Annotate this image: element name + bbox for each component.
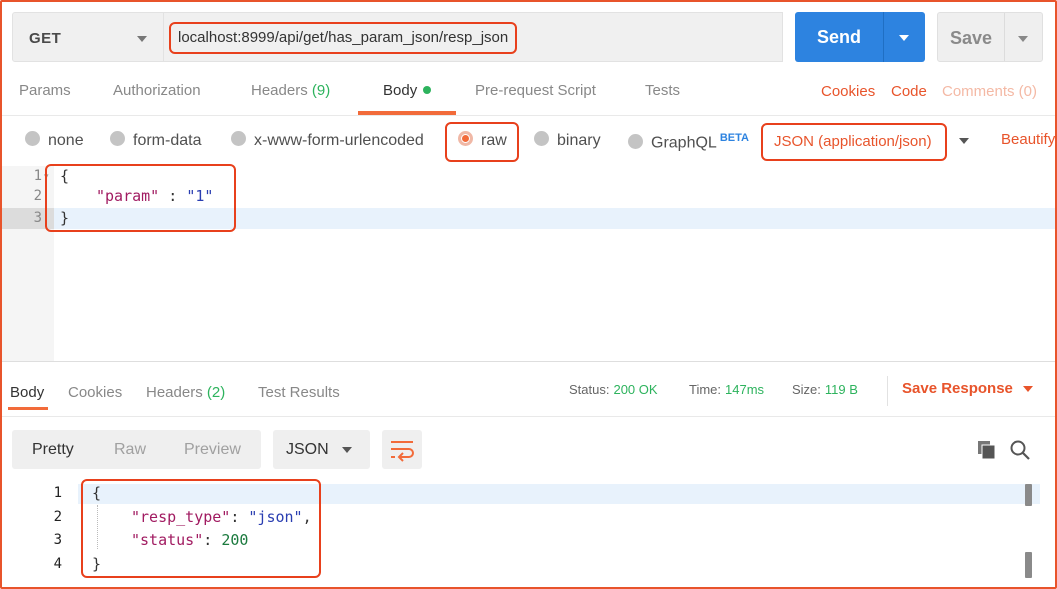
cookies-link[interactable]: Cookies bbox=[821, 83, 875, 100]
tab-body[interactable]: Body bbox=[383, 82, 432, 99]
view-preview[interactable]: Preview bbox=[184, 441, 241, 459]
radio-none[interactable]: none bbox=[25, 131, 84, 150]
tab-response-headers[interactable]: Headers (2) bbox=[146, 384, 225, 401]
size-label: Size: bbox=[792, 382, 821, 397]
active-tab-indicator bbox=[8, 407, 48, 410]
status-info: Status: 200 OK bbox=[569, 382, 658, 397]
chevron-down-icon[interactable] bbox=[959, 138, 969, 144]
send-button[interactable]: Send bbox=[795, 12, 925, 62]
radio-form-data-label: form-data bbox=[133, 132, 202, 149]
time-label: Time: bbox=[689, 382, 722, 397]
response-body-highlight-box bbox=[81, 479, 321, 578]
url-input[interactable]: localhost:8999/api/get/has_param_json/re… bbox=[169, 22, 518, 54]
scrollbar-thumb[interactable] bbox=[1025, 552, 1032, 578]
format-select[interactable]: JSON bbox=[273, 430, 370, 469]
scrollbar-thumb[interactable] bbox=[1025, 484, 1032, 506]
chevron-down-icon bbox=[137, 36, 147, 42]
radio-circle-icon bbox=[628, 133, 643, 149]
radio-urlencoded-label: x-www-form-urlencoded bbox=[254, 132, 424, 149]
tab-prerequest-script[interactable]: Pre-request Script bbox=[475, 82, 596, 99]
tab-params[interactable]: Params bbox=[19, 82, 71, 99]
radio-form-data[interactable]: form-data bbox=[110, 131, 202, 150]
tabs-divider bbox=[0, 115, 1057, 116]
line-number: 1 bbox=[53, 485, 62, 501]
radio-circle-icon bbox=[534, 131, 549, 147]
save-options-chevron-icon[interactable] bbox=[1018, 36, 1028, 42]
save-button[interactable]: Save bbox=[937, 12, 1043, 62]
line-number: 2 bbox=[53, 509, 62, 525]
raw-highlight-box bbox=[445, 122, 519, 162]
tab-headers-count: (9) bbox=[311, 82, 331, 99]
beautify-link[interactable]: Beautify bbox=[1001, 131, 1055, 148]
method-label: GET bbox=[29, 30, 62, 47]
radio-graphql-label: GraphQL bbox=[651, 134, 717, 152]
radio-none-label: none bbox=[48, 132, 84, 149]
view-mode-selector: Pretty Raw Preview bbox=[12, 430, 261, 469]
radio-binary-label: binary bbox=[557, 132, 601, 149]
response-tabs: Body Cookies Headers (2) Test Results bbox=[0, 384, 1057, 408]
content-type-select[interactable]: JSON (application/json) bbox=[761, 123, 947, 161]
radio-urlencoded[interactable]: x-www-form-urlencoded bbox=[231, 131, 424, 150]
tab-headers-label: Headers bbox=[251, 82, 308, 99]
status-label: Status: bbox=[569, 382, 610, 397]
radio-binary[interactable]: binary bbox=[534, 131, 601, 150]
view-pretty[interactable]: Pretty bbox=[32, 441, 74, 459]
chevron-down-icon bbox=[342, 447, 352, 453]
tab-tests[interactable]: Tests bbox=[645, 82, 680, 99]
line-number: 3 bbox=[53, 532, 62, 548]
send-options-chevron-icon[interactable] bbox=[899, 35, 909, 41]
radio-circle-icon bbox=[25, 131, 40, 147]
wrap-lines-button[interactable] bbox=[382, 430, 422, 469]
time-info: Time: 147ms bbox=[689, 382, 764, 397]
send-divider bbox=[883, 12, 884, 62]
radio-graphql[interactable]: GraphQL BETA bbox=[628, 132, 749, 152]
line-number: 1 bbox=[33, 168, 42, 184]
tab-body-label: Body bbox=[383, 82, 418, 99]
code-link[interactable]: Code bbox=[891, 83, 927, 100]
method-select[interactable]: GET bbox=[12, 12, 164, 62]
copy-icon[interactable] bbox=[977, 440, 997, 460]
view-raw[interactable]: Raw bbox=[114, 441, 146, 459]
radio-circle-icon bbox=[231, 131, 246, 147]
save-response-label: Save Response bbox=[902, 380, 1013, 397]
time-value: 147ms bbox=[725, 382, 765, 397]
chevron-down-icon bbox=[1022, 386, 1033, 393]
radio-circle-icon bbox=[110, 131, 125, 147]
save-divider bbox=[1004, 13, 1005, 61]
beta-badge: BETA bbox=[719, 132, 749, 144]
status-value: 200 OK bbox=[613, 382, 658, 397]
line-number: 3 bbox=[33, 210, 42, 226]
format-label: JSON bbox=[286, 441, 329, 458]
line-number: 4 bbox=[53, 556, 62, 572]
tab-test-results[interactable]: Test Results bbox=[258, 384, 340, 401]
comments-link[interactable]: Comments (0) bbox=[942, 83, 1037, 100]
tab-response-body[interactable]: Body bbox=[10, 384, 44, 401]
tab-authorization[interactable]: Authorization bbox=[113, 82, 201, 99]
tab-response-cookies[interactable]: Cookies bbox=[68, 384, 122, 401]
tab-response-headers-count: (2) bbox=[206, 384, 226, 401]
pane-splitter[interactable] bbox=[0, 361, 1057, 362]
request-body-highlight-box bbox=[45, 164, 236, 232]
wrap-lines-icon bbox=[391, 441, 414, 462]
tab-response-headers-label: Headers bbox=[146, 384, 203, 401]
size-info: Size: 119 B bbox=[792, 382, 858, 397]
meta-divider bbox=[887, 376, 888, 406]
body-indicator-dot bbox=[423, 86, 432, 95]
response-tabs-divider bbox=[0, 416, 1057, 417]
tab-headers[interactable]: Headers (9) bbox=[251, 82, 330, 99]
save-label: Save bbox=[949, 28, 993, 48]
size-value: 119 B bbox=[824, 382, 858, 397]
save-response-button[interactable]: Save Response bbox=[902, 380, 1033, 397]
line-number: 2 bbox=[33, 188, 42, 204]
url-bar[interactable]: localhost:8999/api/get/has_param_json/re… bbox=[164, 12, 783, 62]
request-tabs: Params Authorization Headers (9) Body Pr… bbox=[0, 82, 1057, 112]
send-label: Send bbox=[816, 27, 861, 47]
search-icon[interactable] bbox=[1009, 439, 1031, 461]
